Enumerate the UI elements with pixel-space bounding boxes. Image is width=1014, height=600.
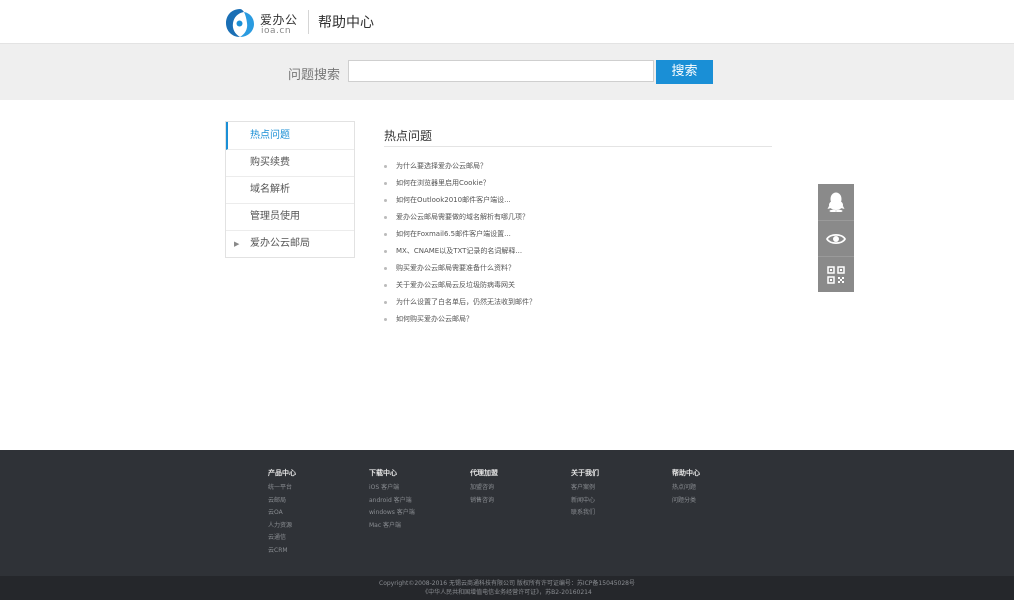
footer-link[interactable]: windows 客户端 [369,507,415,520]
footer-column-about: 关于我们 客户案例 新闻中心 联系我们 [571,468,599,520]
sidebar-item-domain-resolution[interactable]: 域名解析 [226,177,354,204]
bullet-icon [384,284,387,287]
bullet-icon [384,267,387,270]
logo[interactable]: 爱办公 ioa.cn [224,7,304,39]
footer-link[interactable]: 客户案例 [571,482,599,495]
question-text: 爱办公云邮局需要做的域名解析有哪几项？ [396,213,529,221]
footer-link[interactable]: 云CRM [268,545,296,558]
question-text: 为什么设置了白名单后，仍然无法收到邮件？ [396,298,536,306]
footer-link[interactable]: iOS 客户端 [369,482,415,495]
eye-icon [826,233,846,245]
question-link[interactable]: 为什么要选择爱办公云邮局？ [384,158,536,175]
sidebar-item-cloud-mail[interactable]: ▶ 爱办公云邮局 [226,231,354,257]
question-text: 为什么要选择爱办公云邮局？ [396,162,487,170]
question-text: 如何购买爱办公云邮局？ [396,315,473,323]
footer-column-downloads: 下载中心 iOS 客户端 android 客户端 windows 客户端 Mac… [369,468,415,532]
question-text: 如何在Foxmail6.5邮件客户端设置... [396,230,511,238]
sidebar-item-label: 购买续费 [250,157,290,168]
bullet-icon [384,199,387,202]
footer-column-title: 关于我们 [571,469,599,477]
bullet-icon [384,318,387,321]
caret-right-icon: ▶ [234,240,240,248]
qq-icon [827,192,845,212]
question-link[interactable]: 如何在Outlook2010邮件客户端设... [384,192,536,209]
footer-link[interactable]: 云通信 [268,532,296,545]
footer-link[interactable]: 云OA [268,507,296,520]
search-button[interactable]: 搜索 [656,60,713,84]
bullet-icon [384,182,387,185]
footer-link[interactable]: android 客户端 [369,495,415,508]
footer-column-agency: 代理加盟 加盟咨询 销售咨询 [470,468,498,507]
view-button[interactable] [818,220,854,257]
footer-column-title: 帮助中心 [672,469,700,477]
question-link[interactable]: 为什么设置了白名单后，仍然无法收到邮件？ [384,294,536,311]
sidebar-item-label: 热点问题 [250,130,290,141]
footer-column-title: 产品中心 [268,469,296,477]
footer-column-title: 下载中心 [369,469,397,477]
question-list: 为什么要选择爱办公云邮局？ 如何在浏览器里启用Cookie？ 如何在Outloo… [384,158,536,328]
footer-link[interactable]: 统一平台 [268,482,296,495]
logo-domain: ioa.cn [261,26,292,36]
bullet-icon [384,216,387,219]
floating-service-bar [818,184,854,292]
question-text: 如何在浏览器里启用Cookie？ [396,179,490,187]
question-text: MX、CNAME以及TXT记录的名词解释... [396,247,523,255]
sidebar-item-label: 管理员使用 [250,211,300,222]
footer-link[interactable]: 问题分类 [672,495,700,508]
footer-column-title: 代理加盟 [470,469,498,477]
logo-mark-icon [226,9,254,37]
header-divider [308,10,309,34]
question-link[interactable]: 爱办公云邮局需要做的域名解析有哪几项？ [384,209,536,226]
question-text: 购买爱办公云邮局需要准备什么资料？ [396,264,515,272]
question-link[interactable]: 如何购买爱办公云邮局？ [384,311,536,328]
footer-link[interactable]: 加盟咨询 [470,482,498,495]
question-text: 关于爱办公云邮局云反垃圾防病毒网关 [396,281,515,289]
section-divider [384,146,772,147]
page-title: 帮助中心 [318,15,374,31]
footer-link[interactable]: 人力资源 [268,520,296,533]
section-title: 热点问题 [384,129,433,143]
qr-code-button[interactable] [818,256,854,293]
copyright-bar: Copyright©2008-2016 无锡云商通科技有限公司 版权所有许可证编… [0,576,1014,600]
question-link[interactable]: 如何在浏览器里启用Cookie？ [384,175,536,192]
qr-code-icon [827,266,845,284]
qq-contact-button[interactable] [818,184,854,220]
bullet-icon [384,301,387,304]
footer-column-products: 产品中心 统一平台 云邮局 云OA 人力资源 云通信 云CRM [268,468,296,557]
sidebar-item-label: 爱办公云邮局 [250,238,310,249]
bullet-icon [384,233,387,236]
bullet-icon [384,250,387,253]
footer-link[interactable]: 新闻中心 [571,495,599,508]
footer-link[interactable]: 热点问题 [672,482,700,495]
top-header: 爱办公 ioa.cn 帮助中心 [0,0,1014,44]
search-input[interactable] [348,60,654,82]
sidebar: 热点问题 购买续费 域名解析 管理员使用 ▶ 爱办公云邮局 [225,121,355,258]
search-label: 问题搜索 [288,68,341,83]
copyright-text: Copyright©2008-2016 无锡云商通科技有限公司 版权所有许可证编… [379,580,635,587]
question-link[interactable]: 购买爱办公云邮局需要准备什么资料？ [384,260,536,277]
footer: 产品中心 统一平台 云邮局 云OA 人力资源 云通信 云CRM 下载中心 iOS… [0,450,1014,576]
footer-link[interactable]: 联系我们 [571,507,599,520]
question-text: 如何在Outlook2010邮件客户端设... [396,196,511,204]
question-link[interactable]: 如何在Foxmail6.5邮件客户端设置... [384,226,536,243]
sidebar-item-purchase-renewal[interactable]: 购买续费 [226,150,354,177]
sidebar-item-admin-usage[interactable]: 管理员使用 [226,204,354,231]
sidebar-item-label: 域名解析 [250,184,290,195]
footer-column-help: 帮助中心 热点问题 问题分类 [672,468,700,507]
question-link[interactable]: MX、CNAME以及TXT记录的名词解释... [384,243,536,260]
sidebar-item-hot-questions[interactable]: 热点问题 [226,122,354,150]
footer-link[interactable]: Mac 客户端 [369,520,415,533]
question-link[interactable]: 关于爱办公云邮局云反垃圾防病毒网关 [384,277,536,294]
license-text: 《中华人民共和国增值电信业务经营许可证》，苏B2-20160214 [422,589,592,596]
footer-link[interactable]: 云邮局 [268,495,296,508]
footer-link[interactable]: 销售咨询 [470,495,498,508]
search-band: 问题搜索 搜索 [0,44,1014,100]
bullet-icon [384,165,387,168]
